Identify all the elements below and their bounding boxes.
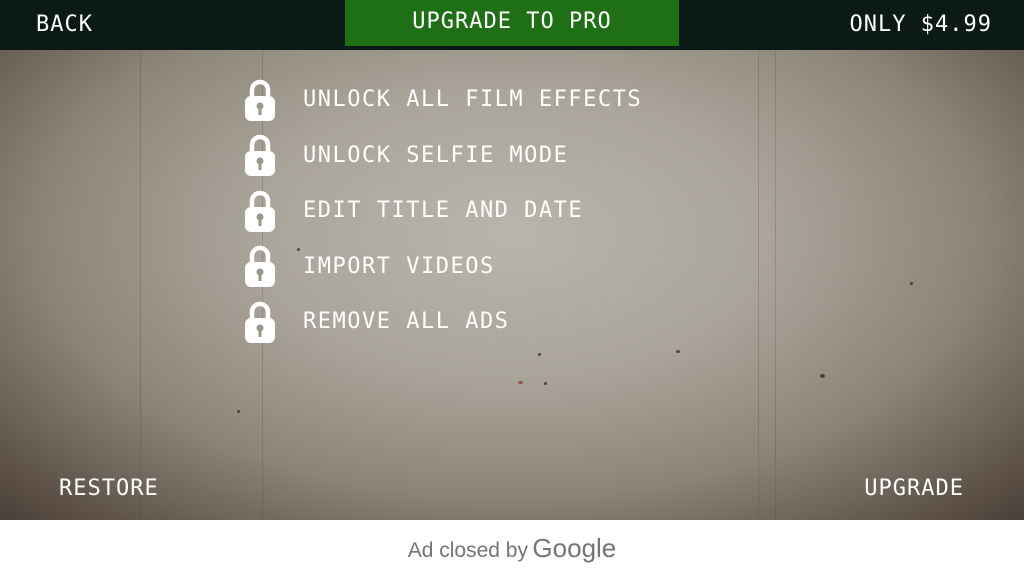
film-dust <box>676 350 680 353</box>
ad-banner: Ad closed by Google <box>0 520 1024 576</box>
film-dust <box>237 410 240 413</box>
film-scratch <box>140 0 141 520</box>
upgrade-button[interactable]: UPGRADE <box>864 474 964 504</box>
feature-label: UNLOCK SELFIE MODE <box>303 142 569 168</box>
restore-button[interactable]: RESTORE <box>59 474 159 504</box>
feature-item: UNLOCK ALL FILM EFFECTS <box>243 72 763 128</box>
feature-label: IMPORT VIDEOS <box>303 253 495 279</box>
film-scratch <box>775 0 776 520</box>
feature-label: EDIT TITLE AND DATE <box>303 198 584 224</box>
feature-item: IMPORT VIDEOS <box>243 239 763 295</box>
film-dust <box>910 282 913 285</box>
upgrade-screen: BACK UPGRADE TO PRO ONLY $4.99 UNLOCK AL… <box>0 0 1024 576</box>
feature-item: EDIT TITLE AND DATE <box>243 183 763 239</box>
film-dust <box>544 382 547 385</box>
feature-item: UNLOCK SELFIE MODE <box>243 128 763 184</box>
film-dust <box>538 353 541 356</box>
feature-label: UNLOCK ALL FILM EFFECTS <box>303 87 643 113</box>
lock-icon <box>245 135 275 177</box>
film-dust <box>820 374 825 378</box>
back-button[interactable]: BACK <box>36 10 93 40</box>
price-label: ONLY $4.99 <box>849 12 992 37</box>
feature-item: REMOVE ALL ADS <box>243 294 763 350</box>
top-bar: BACK UPGRADE TO PRO ONLY $4.99 <box>0 0 1024 50</box>
google-logo: Google <box>532 533 617 563</box>
feature-list: UNLOCK ALL FILM EFFECTS UNLOCK SELFIE MO… <box>243 72 763 350</box>
lock-icon <box>245 79 275 121</box>
lock-icon <box>245 301 275 343</box>
lock-icon <box>245 246 275 288</box>
page-title: UPGRADE TO PRO <box>345 0 679 46</box>
ad-closed-text: Ad closed by <box>407 539 528 562</box>
film-dust <box>518 381 523 384</box>
lock-icon <box>245 190 275 232</box>
feature-label: REMOVE ALL ADS <box>303 309 510 335</box>
